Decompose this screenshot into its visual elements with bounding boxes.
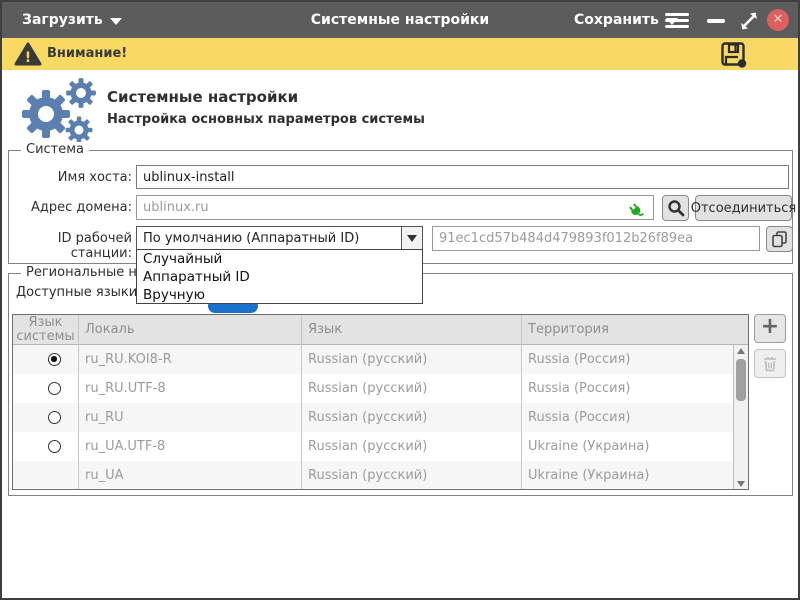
- table-row[interactable]: ru_UA.UTF-8 Russian (русский) Ukraine (У…: [13, 432, 733, 461]
- locales-table: Язык системы Локаль Язык Территория ru_R…: [12, 314, 749, 490]
- maximize-icon[interactable]: [738, 10, 760, 36]
- hostname-input[interactable]: ublinux-install: [136, 165, 789, 189]
- cell-territory: Russia (Россия): [528, 374, 728, 403]
- scroll-up-icon[interactable]: [734, 345, 748, 357]
- col-header-territory: Территория: [528, 322, 609, 337]
- dropdown-option-random[interactable]: Случайный: [137, 250, 422, 268]
- system-language-radio[interactable]: [48, 440, 61, 453]
- close-button[interactable]: ✕: [767, 9, 789, 31]
- hostname-label: Имя хоста:: [2, 170, 132, 185]
- hamburger-menu-icon[interactable]: [665, 13, 689, 28]
- system-language-radio[interactable]: [48, 353, 61, 366]
- plug-connected-icon: [627, 200, 647, 216]
- system-settings-window: Загрузить Системные настройки Сохранить …: [0, 0, 800, 600]
- column-divider: [78, 315, 79, 489]
- page-title: Системные настройки: [107, 88, 298, 106]
- hostname-value: ublinux-install: [143, 170, 235, 185]
- cell-locale: ru_UA: [85, 461, 300, 490]
- col-header-language: Язык: [308, 322, 342, 337]
- column-divider: [521, 315, 522, 489]
- trash-icon: [762, 355, 778, 372]
- cell-territory: Ukraine (Украина): [528, 461, 728, 490]
- dropdown-option-hardware[interactable]: Аппаратный ID: [137, 268, 422, 286]
- svg-text:!: !: [25, 50, 31, 66]
- disconnect-label: Отсоединиться: [691, 201, 797, 216]
- cell-territory: Ukraine (Украина): [528, 432, 728, 461]
- station-id-value-input[interactable]: 91ec1cd57b484d479893f012b26f89ea: [432, 226, 760, 251]
- copy-id-button[interactable]: [766, 226, 793, 252]
- table-row[interactable]: ru_UA Russian (русский) Ukraine (Украина…: [13, 461, 733, 490]
- station-id-dropdown-list: Случайный Аппаратный ID Вручную: [136, 249, 423, 304]
- save-disk-icon[interactable]: [720, 41, 748, 68]
- station-id-value: 91ec1cd57b484d479893f012b26f89ea: [439, 231, 693, 246]
- plus-icon: +: [761, 317, 779, 337]
- page-subtitle: Настройка основных параметров системы: [107, 112, 425, 127]
- cell-locale: ru_RU.KOI8-R: [85, 345, 300, 374]
- minimize-button[interactable]: [707, 19, 725, 23]
- save-menu-button[interactable]: Сохранить: [574, 2, 678, 38]
- table-row[interactable]: ru_RU.UTF-8 Russian (русский) Russia (Ро…: [13, 374, 733, 403]
- station-id-label: ID рабочей станции:: [2, 231, 132, 261]
- domain-label: Адрес домена:: [2, 200, 132, 215]
- table-header-row: Язык системы Локаль Язык Территория: [13, 315, 748, 345]
- warning-triangle-icon: !: [14, 42, 42, 67]
- cell-language: Russian (русский): [308, 403, 520, 432]
- scrollbar-thumb[interactable]: [736, 359, 746, 401]
- table-scrollbar[interactable]: [733, 345, 748, 490]
- system-language-radio[interactable]: [48, 411, 61, 424]
- cell-locale: ru_UA.UTF-8: [85, 432, 300, 461]
- cell-territory: Russia (Россия): [528, 345, 728, 374]
- col-header-system-language: Язык системы: [13, 316, 78, 344]
- warning-text: Внимание!: [47, 46, 127, 61]
- domain-input[interactable]: ublinux.ru: [136, 195, 654, 220]
- table-row[interactable]: ru_RU Russian (русский) Russia (Россия): [13, 403, 733, 432]
- add-locale-button[interactable]: +: [754, 314, 786, 343]
- search-icon: [667, 199, 685, 217]
- station-id-selected-option: По умолчанию (Аппаратный ID): [137, 231, 401, 246]
- domain-search-button[interactable]: [662, 195, 689, 221]
- system-fieldset-legend: Система: [21, 142, 89, 157]
- scroll-down-icon[interactable]: [734, 478, 748, 490]
- system-language-radio[interactable]: [48, 382, 61, 395]
- cell-locale: ru_RU.UTF-8: [85, 374, 300, 403]
- cell-language: Russian (русский): [308, 432, 520, 461]
- gears-icon: [14, 78, 104, 144]
- station-id-combobox[interactable]: По умолчанию (Аппаратный ID): [136, 226, 423, 250]
- combobox-arrow-icon[interactable]: [401, 227, 422, 249]
- warning-bar: ! Внимание!: [2, 38, 798, 70]
- col-header-locale: Локаль: [85, 322, 135, 337]
- title-bar: Загрузить Системные настройки Сохранить …: [2, 2, 798, 38]
- copy-icon: [771, 230, 788, 248]
- domain-value: ublinux.ru: [143, 200, 627, 215]
- table-row[interactable]: ru_RU.KOI8-R Russian (русский) Russia (Р…: [13, 345, 733, 374]
- cell-language: Russian (русский): [308, 374, 520, 403]
- cell-language: Russian (русский): [308, 461, 520, 490]
- column-divider: [301, 315, 302, 489]
- cell-territory: Russia (Россия): [528, 403, 728, 432]
- delete-locale-button[interactable]: [754, 349, 786, 378]
- dropdown-option-manual[interactable]: Вручную: [137, 286, 422, 304]
- cell-locale: ru_RU: [85, 403, 300, 432]
- save-menu-label: Сохранить: [574, 2, 659, 38]
- cell-language: Russian (русский): [308, 345, 520, 374]
- disconnect-button[interactable]: Отсоединиться: [695, 195, 792, 221]
